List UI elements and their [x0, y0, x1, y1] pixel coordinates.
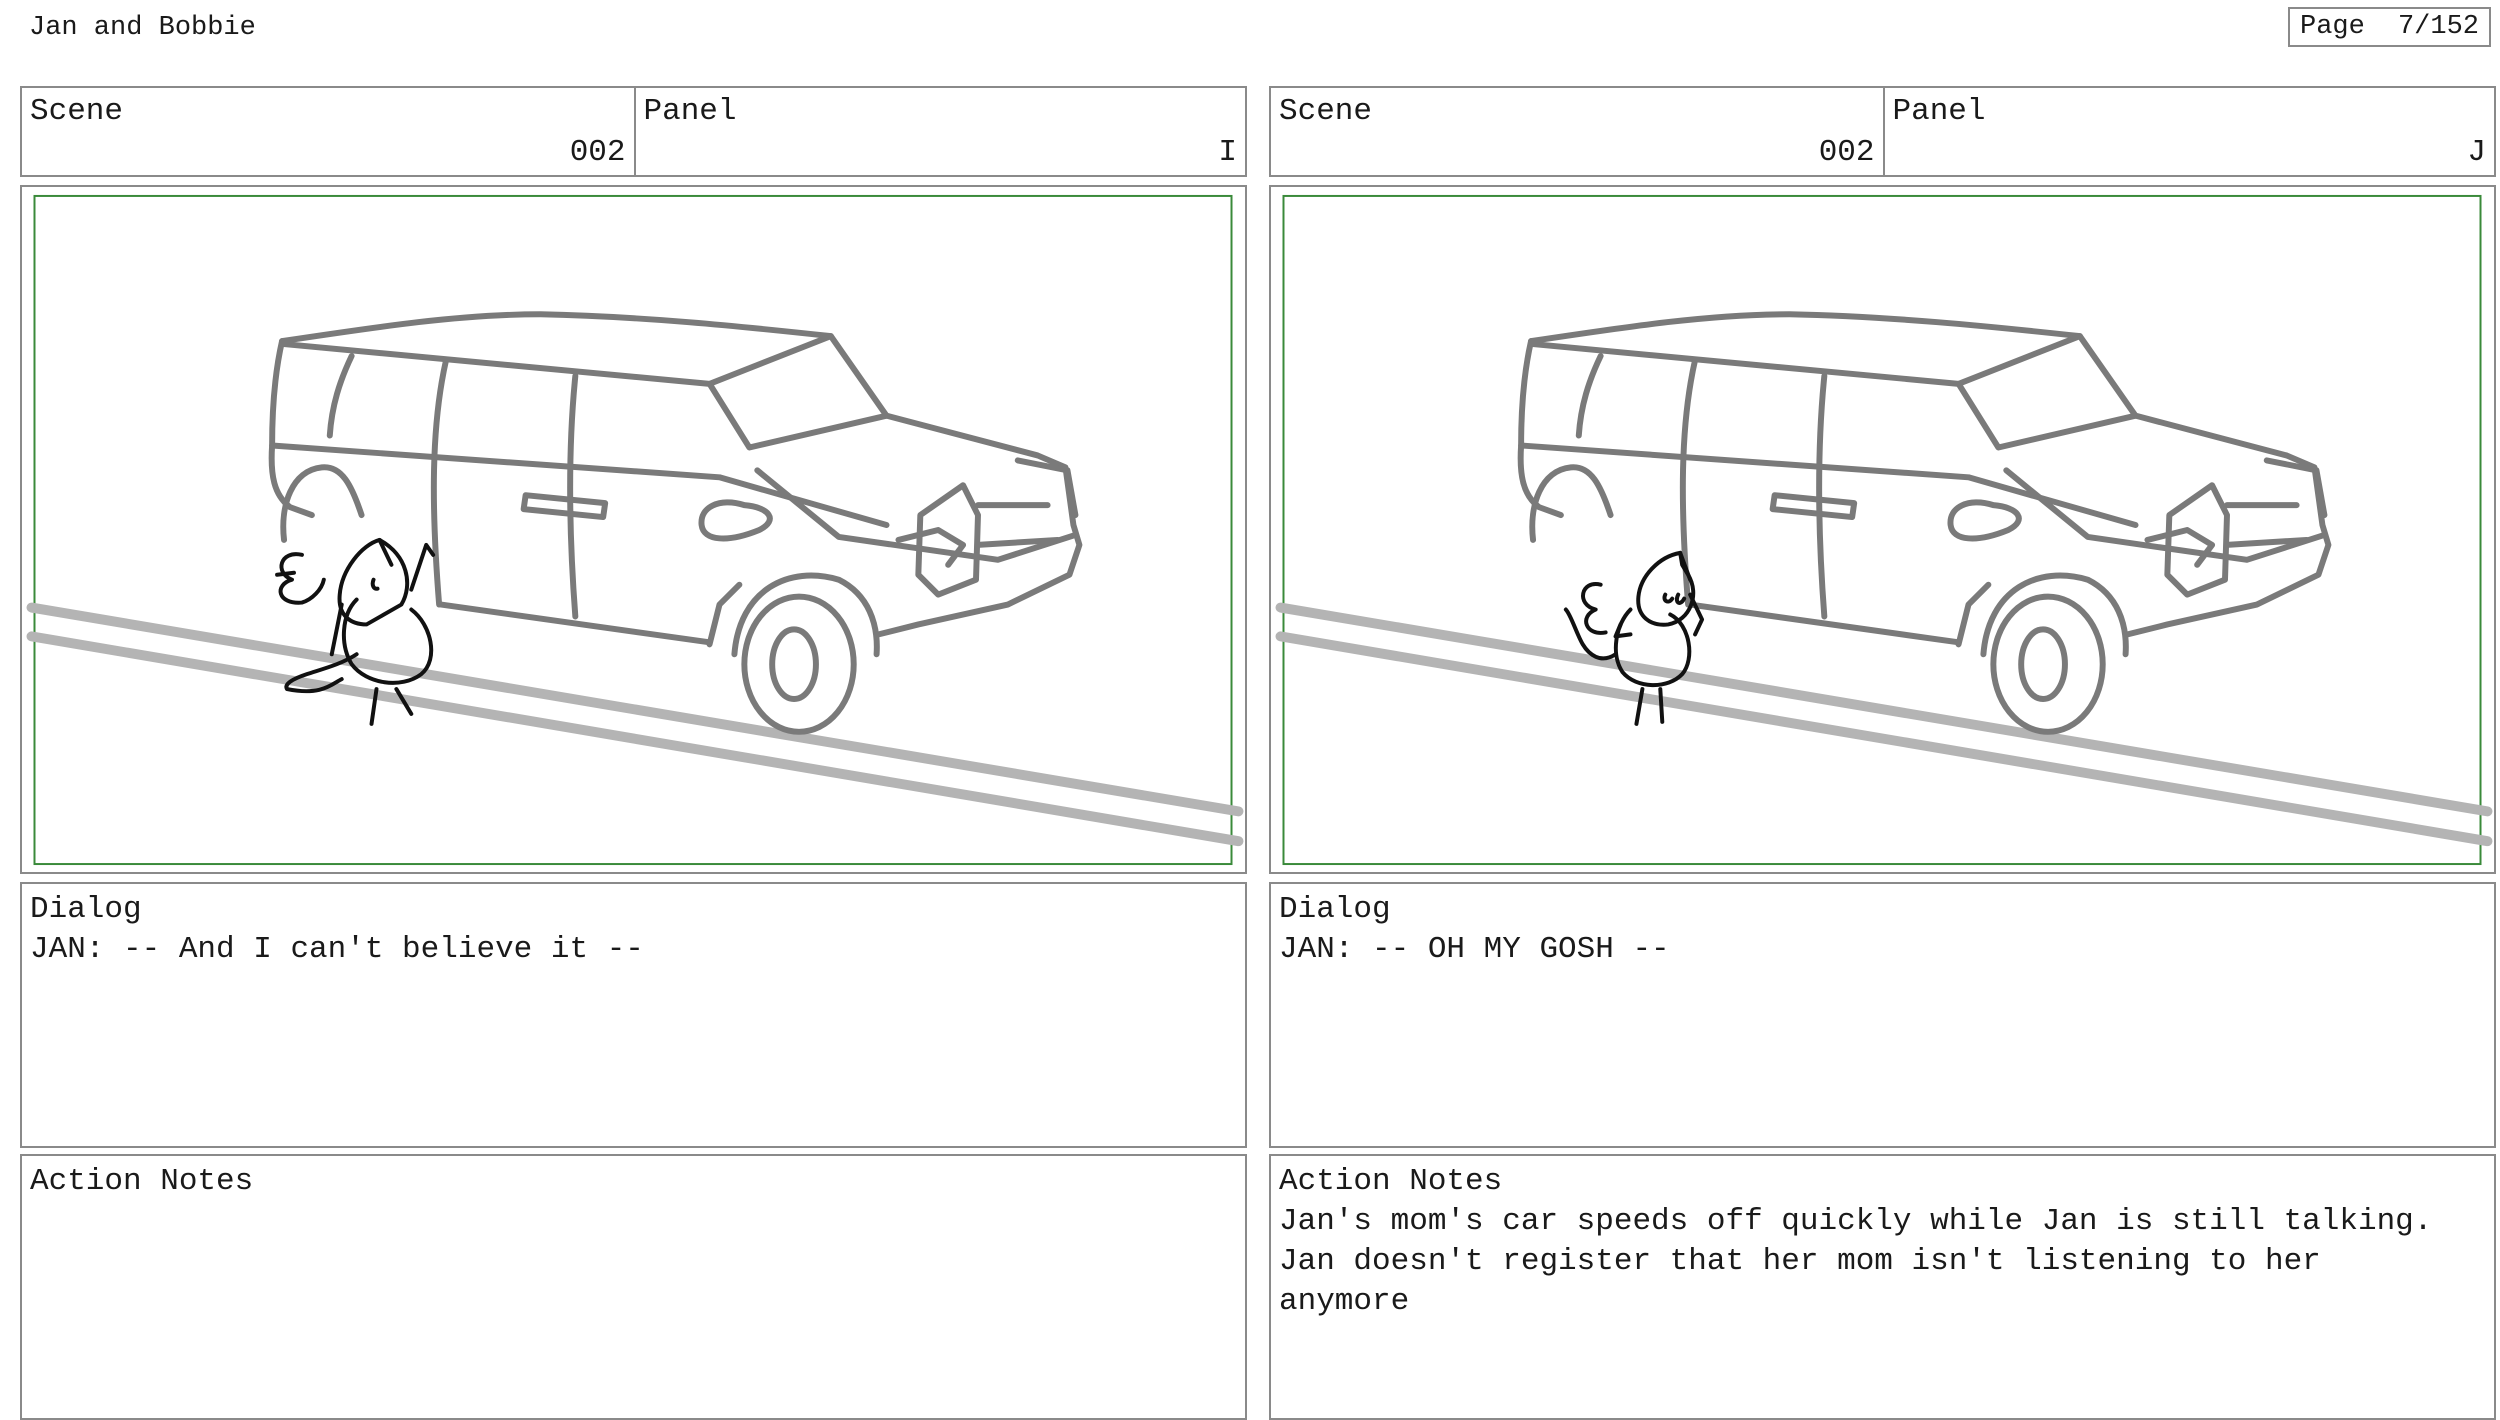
- storyboard-panel-left: Scene 002 Panel I Dialog JAN: -- And I c…: [20, 86, 1247, 1420]
- panel-id: I: [1218, 135, 1237, 170]
- scene-field[interactable]: Scene 002: [1271, 88, 1883, 175]
- dialog-box[interactable]: Dialog JAN: -- OH MY GOSH --: [1269, 882, 2496, 1148]
- panel-field[interactable]: Panel I: [633, 88, 1246, 175]
- panel-label: Panel: [643, 94, 737, 129]
- panel-id: J: [2467, 135, 2486, 170]
- action-notes-box[interactable]: Action Notes Jan's mom's car speeds off …: [1269, 1154, 2496, 1420]
- safe-frame: [33, 194, 1233, 866]
- scene-number: 002: [569, 135, 626, 170]
- scene-field[interactable]: Scene 002: [22, 88, 634, 175]
- dialog-label: Dialog: [1279, 892, 1391, 927]
- panel-field[interactable]: Panel J: [1882, 88, 2495, 175]
- action-notes-label: Action Notes: [1279, 1164, 1503, 1199]
- panel-sketch: [1275, 194, 2493, 866]
- panel-header: Scene 002 Panel J: [1269, 86, 2496, 177]
- page-indicator: Page 7/152: [2288, 7, 2491, 47]
- road-lines: [26, 602, 1244, 847]
- panel-label: Panel: [1892, 94, 1986, 129]
- scene-label: Scene: [1279, 94, 1373, 129]
- page-label: Page: [2300, 12, 2365, 42]
- panel-drawing[interactable]: [20, 185, 1247, 874]
- panel-header: Scene 002 Panel I: [20, 86, 1247, 177]
- safe-frame: [1282, 194, 2482, 866]
- action-notes-box[interactable]: Action Notes: [20, 1154, 1247, 1420]
- dialog-box[interactable]: Dialog JAN: -- And I can't believe it --: [20, 882, 1247, 1148]
- dialog-label: Dialog: [30, 892, 142, 927]
- project-title: Jan and Bobbie: [29, 13, 256, 43]
- scene-label: Scene: [30, 94, 124, 129]
- panel-sketch: [26, 194, 1244, 866]
- dialog-text: JAN: -- OH MY GOSH --: [1279, 932, 1670, 967]
- action-notes-label: Action Notes: [30, 1164, 254, 1199]
- action-notes-text: Jan's mom's car speeds off quickly while…: [1279, 1204, 2433, 1319]
- scene-number: 002: [1818, 135, 1875, 170]
- dialog-text: JAN: -- And I can't believe it --: [30, 932, 644, 967]
- road-lines: [1275, 602, 2493, 847]
- storyboard-panel-right: Scene 002 Panel J Dialog JAN: -- OH MY G…: [1269, 86, 2496, 1420]
- page-number: 7/152: [2397, 12, 2479, 42]
- panel-drawing[interactable]: [1269, 185, 2496, 874]
